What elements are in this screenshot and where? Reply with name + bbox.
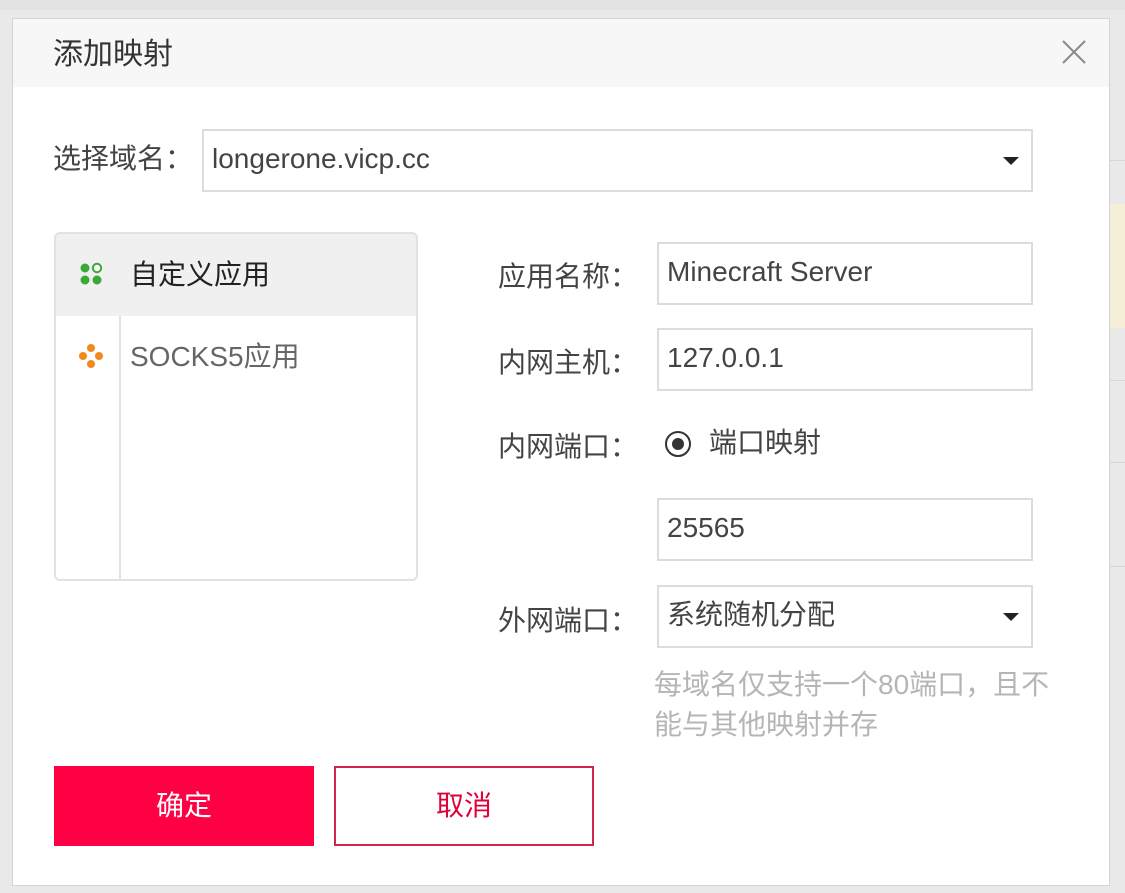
dialog-header: 添加映射 (13, 19, 1109, 87)
dialog-title: 添加映射 (53, 38, 173, 71)
external-port-select-value: 系统随机分配 (667, 599, 836, 630)
internal-host-label: 内网主机： (498, 347, 639, 378)
port-mapping-option-label: 端口映射 (709, 427, 822, 458)
app-name-input[interactable]: Minecraft Server (657, 242, 1033, 305)
cancel-button[interactable]: 取消 (334, 766, 594, 846)
chevron-down-icon (1003, 157, 1019, 165)
close-icon (1062, 40, 1086, 64)
external-port-label: 外网端口： (498, 605, 639, 636)
internal-port-label: 内网端口： (498, 431, 639, 462)
custom-app-icon (77, 260, 105, 288)
domain-label: 选择域名： (53, 143, 194, 174)
app-name-label: 应用名称： (498, 261, 639, 292)
background-page (0, 0, 1125, 10)
port-hint-text: 每域名仅支持一个80端口，且不能与其他映射并存 (654, 669, 1050, 740)
socks5-app-icon (77, 342, 105, 370)
internal-port-input[interactable]: 25565 (657, 498, 1033, 561)
domain-select-value: longerone.vicp.cc (212, 143, 430, 174)
port-mapping-radio[interactable] (665, 431, 691, 457)
external-port-select[interactable]: 系统随机分配 (657, 585, 1033, 648)
domain-select[interactable]: longerone.vicp.cc (202, 129, 1033, 192)
add-mapping-dialog: 添加映射 选择域名： longerone.vicp.cc 自定义应用 SOCKS… (12, 18, 1110, 886)
app-item-custom[interactable]: 自定义应用 (56, 234, 416, 316)
chevron-down-icon (1003, 613, 1019, 621)
close-button[interactable] (1061, 39, 1087, 65)
internal-host-input[interactable]: 127.0.0.1 (657, 328, 1033, 391)
app-item-label: 自定义应用 (130, 259, 271, 290)
app-item-label: SOCKS5应用 (130, 341, 300, 372)
app-item-socks5[interactable]: SOCKS5应用 (56, 316, 416, 398)
app-type-list: 自定义应用 SOCKS5应用 (54, 232, 418, 581)
confirm-button[interactable]: 确定 (54, 766, 314, 846)
